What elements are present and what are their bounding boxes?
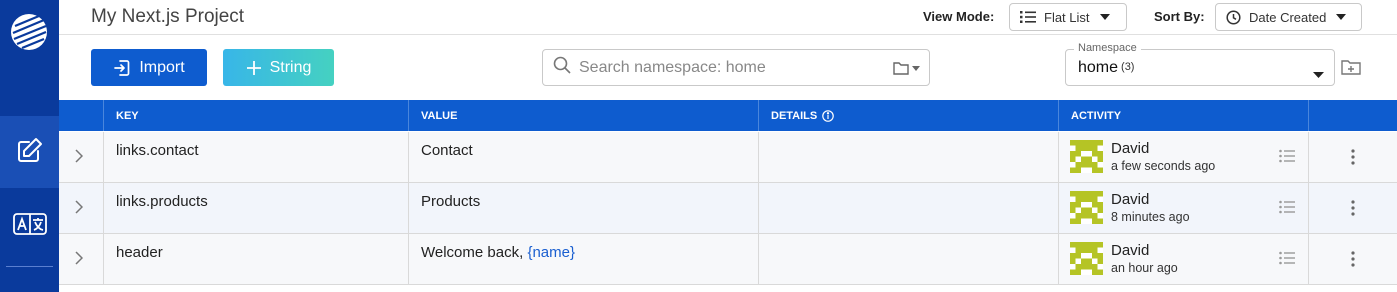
activity-time: a few seconds ago xyxy=(1111,159,1216,173)
chevron-down-icon xyxy=(1336,14,1347,20)
activity-time: an hour ago xyxy=(1111,261,1178,275)
value-param: {name} xyxy=(527,244,575,261)
expand-cell[interactable] xyxy=(59,183,103,233)
value-cell[interactable]: Contact xyxy=(408,132,758,182)
import-icon xyxy=(113,59,131,77)
folder-filter-icon[interactable] xyxy=(893,60,921,76)
activity-user: David xyxy=(1111,191,1150,208)
view-mode-select[interactable]: Flat List xyxy=(1009,3,1127,31)
expand-cell[interactable] xyxy=(59,234,103,284)
activity-cell: David a few seconds ago xyxy=(1058,132,1308,182)
search-input[interactable] xyxy=(579,58,879,77)
key-cell[interactable]: links.contact xyxy=(103,132,408,182)
chevron-right-icon[interactable] xyxy=(75,251,84,270)
sort-by-select[interactable]: Date Created xyxy=(1215,3,1362,31)
activity-cell: David an hour ago xyxy=(1058,234,1308,284)
expand-cell[interactable] xyxy=(59,132,103,182)
value-cell[interactable]: Welcome back, {name} xyxy=(408,234,758,284)
list-icon xyxy=(1020,10,1036,24)
avatar xyxy=(1070,140,1103,173)
info-icon[interactable] xyxy=(822,109,835,122)
view-mode-label: View Mode: xyxy=(923,9,995,24)
key-cell[interactable]: header xyxy=(103,234,408,284)
activity-history-icon[interactable] xyxy=(1279,149,1295,168)
more-vertical-icon[interactable] xyxy=(1351,251,1355,272)
more-vertical-icon[interactable] xyxy=(1351,149,1355,170)
namespace-value: home (3) xyxy=(1078,59,1135,76)
view-mode-value: Flat List xyxy=(1044,9,1090,25)
key-cell[interactable]: links.products xyxy=(103,183,408,233)
add-string-button[interactable]: String xyxy=(223,49,334,86)
activity-cell: David 8 minutes ago xyxy=(1058,183,1308,233)
header-key[interactable]: KEY xyxy=(103,100,408,131)
table-header: KEY VALUE DETAILS ACTIVITY xyxy=(59,100,1397,131)
chevron-down-icon xyxy=(1099,14,1110,20)
add-string-button-label: String xyxy=(269,58,312,76)
project-title: My Next.js Project xyxy=(91,6,245,27)
row-actions-cell xyxy=(1308,132,1397,182)
value-cell[interactable]: Products xyxy=(408,183,758,233)
table-row[interactable]: links.products Products David 8 minutes … xyxy=(59,183,1397,234)
header-details[interactable]: DETAILS xyxy=(758,100,1058,131)
translate-icon xyxy=(12,212,47,241)
header-details-label: DETAILS xyxy=(771,109,818,122)
details-cell[interactable] xyxy=(758,183,1058,233)
namespace-label: Namespace xyxy=(1074,42,1141,54)
key-text: links.contact xyxy=(116,142,199,159)
key-text: header xyxy=(116,244,163,261)
import-button-label: Import xyxy=(139,58,185,76)
more-vertical-icon[interactable] xyxy=(1351,200,1355,221)
activity-history-icon[interactable] xyxy=(1279,251,1295,270)
row-actions-cell xyxy=(1308,234,1397,284)
top-bar: My Next.js Project View Mode: Flat List … xyxy=(59,0,1397,35)
header-value[interactable]: VALUE xyxy=(408,100,758,131)
clock-icon xyxy=(1226,9,1241,25)
add-namespace-icon[interactable] xyxy=(1341,58,1361,81)
activity-time: 8 minutes ago xyxy=(1111,210,1190,224)
table-row[interactable]: header Welcome back, {name} David an hou… xyxy=(59,234,1397,285)
key-text: links.products xyxy=(116,193,208,210)
row-actions-cell xyxy=(1308,183,1397,233)
import-button[interactable]: Import xyxy=(91,49,207,86)
search-icon xyxy=(553,56,571,79)
table-row[interactable]: links.contact Contact David a few second… xyxy=(59,132,1397,183)
details-cell[interactable] xyxy=(758,234,1058,284)
sidebar-item-languages[interactable] xyxy=(0,190,59,262)
value-text: Contact xyxy=(421,142,473,159)
app: My Next.js Project View Mode: Flat List … xyxy=(0,0,1397,292)
sidebar-item-translations[interactable] xyxy=(0,116,59,188)
namespace-select[interactable]: Namespace home (3) xyxy=(1065,42,1335,86)
search-field[interactable] xyxy=(542,49,930,86)
activity-user: David xyxy=(1111,140,1150,157)
activity-user: David xyxy=(1111,242,1150,259)
sidebar xyxy=(0,0,59,292)
chevron-right-icon[interactable] xyxy=(75,200,84,219)
chevron-right-icon[interactable] xyxy=(75,149,84,168)
value-text: Welcome back, {name} xyxy=(421,244,575,261)
header-actions xyxy=(1308,100,1397,131)
app-logo-icon[interactable] xyxy=(9,12,49,52)
edit-icon xyxy=(16,136,44,169)
activity-history-icon[interactable] xyxy=(1279,200,1295,219)
namespace-count: (3) xyxy=(1121,61,1135,73)
sort-by-value: Date Created xyxy=(1249,9,1327,25)
details-cell[interactable] xyxy=(758,132,1058,182)
header-activity[interactable]: ACTIVITY xyxy=(1058,100,1308,131)
plus-icon xyxy=(246,60,262,76)
avatar xyxy=(1070,191,1103,224)
value-text: Products xyxy=(421,193,481,210)
sidebar-divider xyxy=(6,266,53,267)
sort-by-label: Sort By: xyxy=(1154,9,1205,24)
avatar xyxy=(1070,242,1103,275)
chevron-down-icon xyxy=(1313,65,1324,83)
